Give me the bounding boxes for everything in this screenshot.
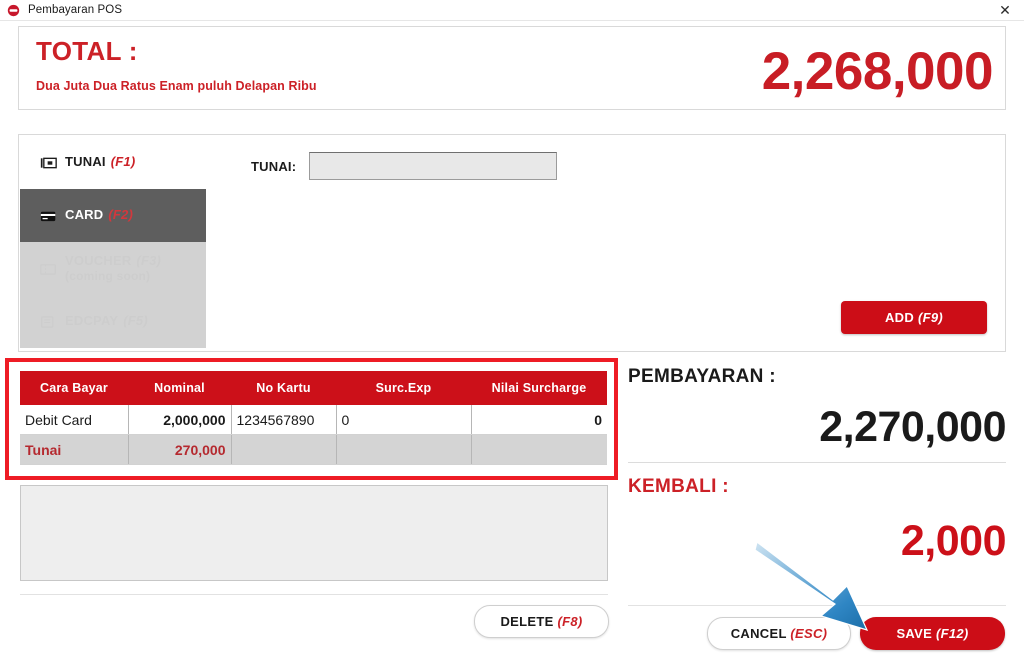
cell-nominal: 270,000 <box>128 434 232 465</box>
cell-cara-bayar: Debit Card <box>20 405 129 435</box>
cancel-button[interactable]: CANCEL (ESC) <box>707 617 851 650</box>
tunai-field-row: TUNAI: <box>251 152 557 180</box>
cell-surc-exp: 0 <box>336 405 472 435</box>
table-row[interactable]: Debit Card 2,000,000 1234567890 0 0 <box>20 405 607 435</box>
tab-card-fkey: (F2) <box>108 207 133 223</box>
close-icon[interactable]: ✕ <box>990 0 1020 20</box>
payment-list-empty-area <box>20 485 608 581</box>
cell-nilai-surcharge <box>471 434 607 465</box>
total-amount-in-words: Dua Juta Dua Ratus Enam puluh Delapan Ri… <box>36 79 317 93</box>
add-button-label: ADD <box>884 310 915 325</box>
total-label: TOTAL : <box>36 36 138 66</box>
pembayaran-label: PEMBAYARAN : <box>628 366 776 387</box>
cash-icon <box>40 157 57 168</box>
column-header-nilai-surcharge: Nilai Surcharge <box>471 371 607 405</box>
cell-no-kartu <box>231 434 337 465</box>
save-button[interactable]: SAVE (F12) <box>860 617 1005 650</box>
cell-cara-bayar: Tunai <box>20 434 129 465</box>
app-logo-icon <box>7 4 20 16</box>
tab-voucher-fkey: (F3) <box>136 252 162 268</box>
payment-table: Cara Bayar Nominal No Kartu Surc.Exp Nil… <box>20 371 607 465</box>
cell-no-kartu: 1234567890 <box>231 405 337 435</box>
cancel-button-fkey: (ESC) <box>790 626 828 641</box>
tab-card-label: CARD (F2) <box>65 207 133 223</box>
table-header-row: Cara Bayar Nominal No Kartu Surc.Exp Nil… <box>20 371 607 405</box>
cell-surc-exp <box>336 434 472 465</box>
tunai-input[interactable] <box>309 152 557 180</box>
tab-card[interactable]: CARD (F2) <box>20 189 206 242</box>
total-amount-value: 2,268,000 <box>761 42 994 101</box>
kembali-label: KEMBALI : <box>628 476 729 497</box>
delete-button[interactable]: DELETE (F8) <box>474 605 609 638</box>
column-header-surc-exp: Surc.Exp <box>336 371 471 405</box>
column-header-cara-bayar: Cara Bayar <box>20 371 128 405</box>
tab-tunai-label: TUNAI (F1) <box>65 154 136 170</box>
column-header-nominal: Nominal <box>128 371 231 405</box>
column-header-no-kartu: No Kartu <box>231 371 336 405</box>
payment-method-panel: TUNAI (F1) CARD (F2) VOUCHER (F3) (comin… <box>18 134 1006 352</box>
tab-tunai-fkey: (F1) <box>110 154 136 170</box>
save-button-fkey: (F12) <box>936 626 969 641</box>
delete-button-label: DELETE <box>500 614 554 629</box>
tab-voucher: VOUCHER (F3) (coming soon) <box>20 242 206 295</box>
summary-panel: PEMBAYARAN : 2,270,000 KEMBALI : 2,000 <box>628 366 1007 565</box>
list-bottom-divider <box>20 594 608 595</box>
window-titlebar: Pembayaran POS ✕ <box>0 0 1024 21</box>
payment-table-container[interactable]: Cara Bayar Nominal No Kartu Surc.Exp Nil… <box>20 371 607 465</box>
delete-button-fkey: (F8) <box>557 614 583 629</box>
cancel-button-label: CANCEL <box>730 626 787 641</box>
voucher-icon <box>40 263 56 275</box>
tab-edcpay-label: EDCPAY (F5) <box>65 313 148 329</box>
summary-divider <box>628 462 1006 463</box>
table-row[interactable]: Tunai 270,000 <box>20 434 607 465</box>
add-button[interactable]: ADD (F9) <box>841 301 987 334</box>
summary-bottom-divider <box>628 605 1006 606</box>
cell-nominal: 2,000,000 <box>128 405 232 435</box>
tunai-field-label: TUNAI: <box>251 158 297 174</box>
total-panel: TOTAL : Dua Juta Dua Ratus Enam puluh De… <box>18 26 1006 110</box>
tab-edcpay: EDCPAY (F5) <box>20 295 206 348</box>
window-title: Pembayaran POS <box>28 4 123 16</box>
tab-edcpay-fkey: (F5) <box>123 313 148 329</box>
tab-voucher-label: VOUCHER (F3) <box>65 252 162 268</box>
pembayaran-value: 2,270,000 <box>819 403 1006 451</box>
add-button-fkey: (F9) <box>917 310 944 325</box>
tab-tunai[interactable]: TUNAI (F1) <box>20 136 206 189</box>
save-button-label: SAVE <box>896 626 933 641</box>
payment-method-tablist: TUNAI (F1) CARD (F2) VOUCHER (F3) (comin… <box>20 136 206 348</box>
edcpay-icon <box>41 315 54 328</box>
cell-nilai-surcharge: 0 <box>471 405 607 435</box>
kembali-value: 2,000 <box>900 517 1007 565</box>
tab-voucher-sublabel: (coming soon) <box>65 269 151 284</box>
credit-card-icon <box>40 211 56 221</box>
